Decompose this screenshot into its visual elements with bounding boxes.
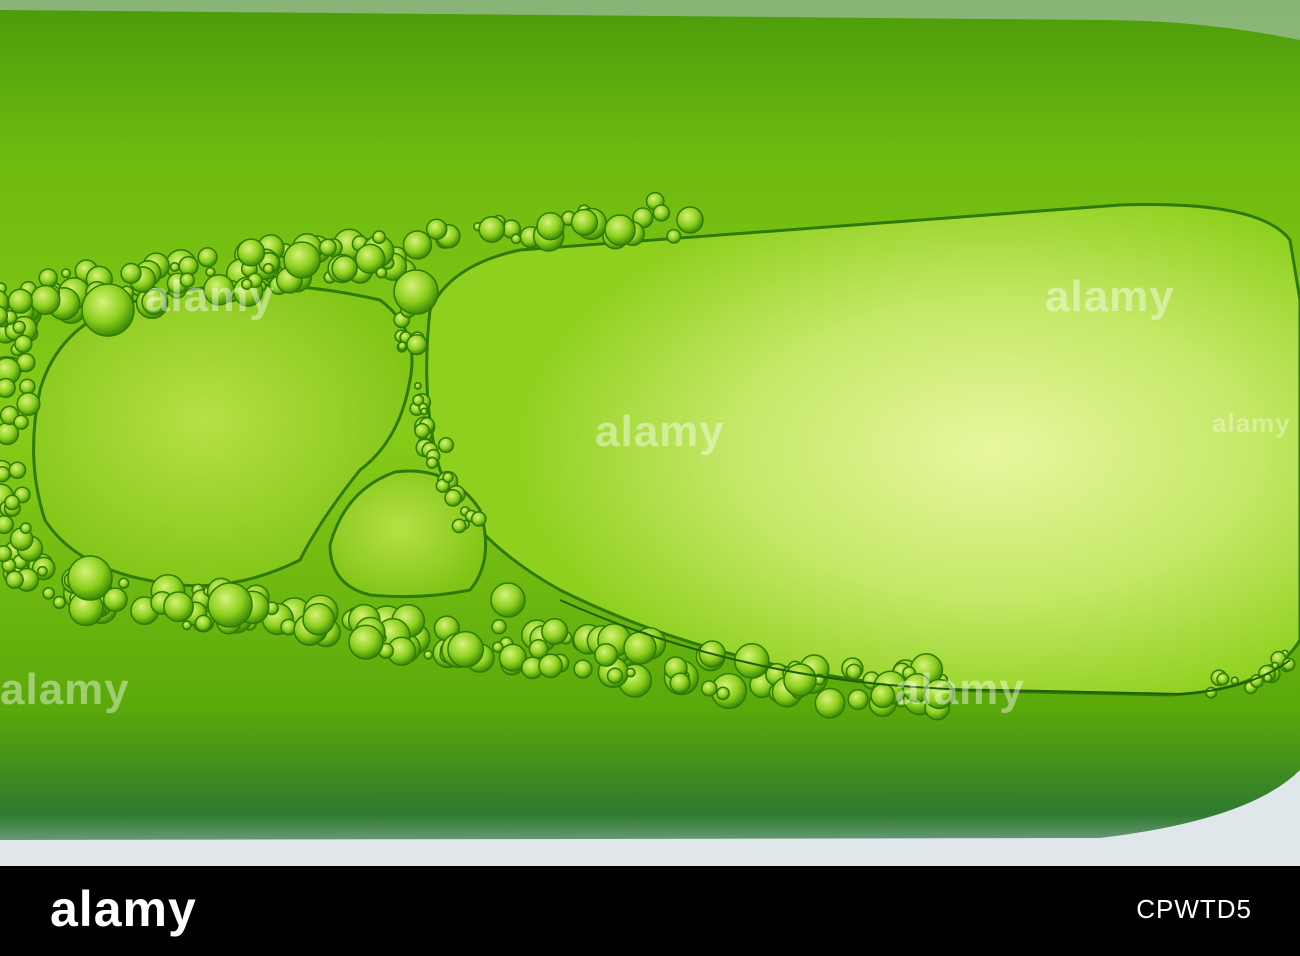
watermark: alamy: [0, 665, 130, 714]
foam-bubble: [437, 437, 455, 454]
foam-bubble: [491, 619, 507, 635]
foam-bubble: [1205, 686, 1218, 699]
foam-bubble: [538, 653, 563, 679]
foam-bubble: [42, 586, 56, 600]
foam-bubble: [669, 672, 691, 694]
foam-bubble: [5, 570, 24, 590]
foam-bubble: [397, 341, 408, 351]
foam-bubble: [0, 545, 13, 563]
foam-bubble: [14, 334, 33, 354]
foam-bubble: [36, 565, 48, 577]
foam-bubble: [30, 284, 61, 316]
foam-bubble: [606, 667, 624, 684]
foam-bubble: [372, 230, 387, 245]
foam-bubble: [573, 659, 593, 679]
foam-bubble: [0, 514, 14, 535]
foam-bubble: [716, 686, 730, 701]
foam-bubble: [414, 422, 431, 439]
foam-bubble: [1216, 672, 1230, 686]
foam-bubble: [0, 466, 11, 483]
foam-bubble: [478, 215, 506, 243]
foam-bubble: [420, 407, 428, 416]
foam-bubble: [783, 663, 817, 697]
foam-bubble: [67, 555, 113, 601]
footer-bar: alamy CPWTD5: [0, 866, 1300, 956]
foam-bubble: [38, 268, 58, 288]
foam-bubble: [197, 247, 218, 268]
foam-bubble: [331, 255, 358, 282]
foam-bubble: [447, 630, 485, 668]
foam-bubble: [4, 494, 21, 511]
foam-bubble: [60, 268, 72, 279]
foam-bubble: [847, 688, 869, 711]
foam-bubble: [19, 522, 32, 535]
foam-bubble: [7, 288, 33, 314]
foam-bubble: [536, 211, 565, 241]
foam-bubble: [570, 208, 599, 237]
foam-bubble: [19, 378, 36, 395]
foam-bubble: [414, 382, 422, 390]
foam-bubble: [194, 614, 213, 632]
watermark: alamy: [1045, 272, 1175, 321]
foam-bubble: [870, 683, 896, 709]
foam-bubble: [118, 577, 130, 589]
foam-bubble: [625, 667, 636, 678]
foam-bubble: [451, 518, 467, 534]
foam-bubble: [492, 641, 504, 653]
foam-bubble: [604, 214, 636, 246]
foam-bubble: [423, 649, 434, 660]
foam-bubble: [510, 233, 522, 245]
foam-bubble: [120, 262, 142, 285]
watermark: alamy: [595, 407, 725, 456]
foam-bubble: [700, 680, 718, 697]
foam-bubble: [318, 238, 337, 257]
foam-bubble: [169, 261, 180, 273]
foam-bubble: [425, 456, 439, 469]
watermark: alamy: [145, 272, 275, 321]
foam-bubble: [375, 266, 388, 279]
foam-bubble: [623, 631, 657, 665]
foam-bubble: [393, 269, 439, 315]
foam-bubble: [676, 206, 704, 234]
foam-bubble: [425, 218, 448, 240]
foam-bubble: [181, 620, 192, 631]
foam-bubble: [444, 489, 462, 507]
foam-bubble: [13, 414, 29, 430]
foam-bubble: [541, 617, 569, 646]
foam-bubble: [163, 591, 194, 623]
foam-bubble: [406, 333, 428, 356]
foam-bubble: [348, 624, 384, 660]
foam-bubble: [0, 377, 16, 399]
foam-bubble: [52, 595, 67, 610]
foam-bubble: [470, 511, 487, 527]
watermark: alamy: [1212, 408, 1291, 438]
foam-bubble: [12, 320, 26, 334]
foam-bubble: [16, 391, 41, 417]
foam-bubble: [236, 238, 266, 267]
foam-bubble: [490, 582, 526, 618]
foam-bubble: [302, 602, 335, 636]
watermark: alamy: [895, 665, 1025, 714]
foam-bubble: [845, 663, 863, 680]
foam-bubble: [207, 582, 253, 628]
foam-bubble: [81, 283, 135, 337]
foam-bubble: [814, 687, 846, 719]
foam-bubble: [442, 471, 454, 484]
foam-bubble: [652, 204, 671, 222]
foam-bubble: [8, 461, 27, 480]
image-id: CPWTD5: [1136, 894, 1252, 924]
brand-logo: alamy: [50, 881, 197, 937]
foam-bubble: [283, 241, 321, 279]
foam-bubble: [402, 230, 433, 260]
foam-bubble: [666, 228, 682, 244]
foam-bubble: [594, 642, 619, 667]
foam-bubble: [1230, 676, 1239, 685]
